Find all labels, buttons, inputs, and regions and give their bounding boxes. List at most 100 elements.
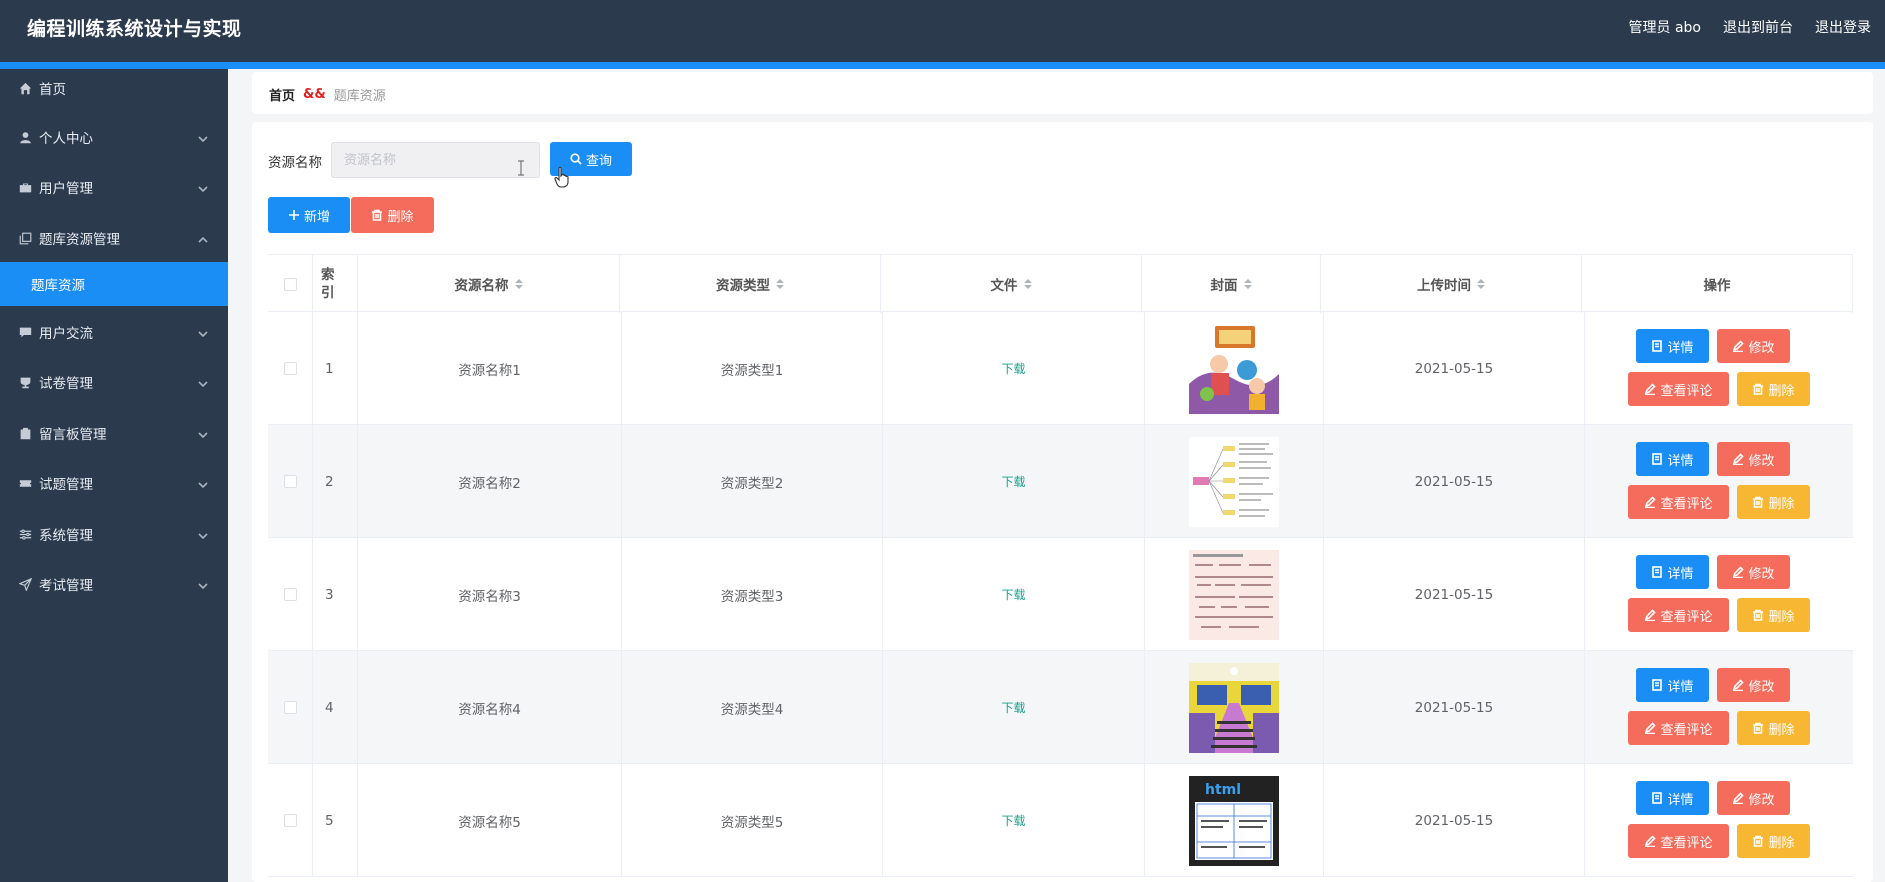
pencil-icon <box>1733 792 1745 804</box>
download-link[interactable]: 下载 <box>1001 360 1025 377</box>
row-cover-cell <box>1145 651 1324 764</box>
pencil-icon <box>1733 453 1745 465</box>
download-link[interactable]: 下载 <box>1001 699 1025 716</box>
row-delete-button[interactable]: 删除 <box>1737 598 1810 632</box>
row-upload-time: 2021-05-15 <box>1324 651 1585 764</box>
view-comments-button-label: 查看评论 <box>1660 496 1713 512</box>
view-comments-button[interactable]: 查看评论 <box>1628 372 1729 406</box>
trash-icon <box>372 209 383 221</box>
search-icon <box>570 153 582 165</box>
pencil-icon <box>1733 566 1745 578</box>
plus-icon <box>288 210 299 220</box>
admin-user-label[interactable]: 管理员 abo <box>1629 17 1701 37</box>
sidebar-item-exams[interactable]: 考试管理 <box>0 564 228 604</box>
row-delete-button[interactable]: 删除 <box>1737 372 1810 406</box>
row-checkbox[interactable] <box>283 588 297 601</box>
sidebar-subitem-question-resources[interactable]: 题库资源 <box>0 262 228 306</box>
detail-button[interactable]: 详情 <box>1636 329 1709 363</box>
sidebar-item-system[interactable]: 系统管理 <box>0 514 228 554</box>
view-comments-button[interactable]: 查看评论 <box>1628 598 1729 632</box>
logout-link[interactable]: 退出登录 <box>1815 17 1871 37</box>
edit-button-label: 修改 <box>1748 679 1775 695</box>
view-comments-button[interactable]: 查看评论 <box>1628 711 1729 745</box>
search-input[interactable] <box>331 142 540 178</box>
breadcrumb-home[interactable]: 首页 <box>269 85 295 104</box>
download-link[interactable]: 下载 <box>1001 812 1025 829</box>
sidebar-item-question-bank[interactable]: 题库资源管理 <box>0 218 228 258</box>
column-header-name[interactable]: 资源名称 <box>358 255 620 313</box>
row-actions: 详情 修改 查看评论 删除 <box>1585 764 1853 877</box>
select-all-cell <box>268 255 313 313</box>
sidebar-item-label: 首页 <box>39 82 66 98</box>
row-delete-button[interactable]: 删除 <box>1737 711 1810 745</box>
detail-button[interactable]: 详情 <box>1636 781 1709 815</box>
edit-button[interactable]: 修改 <box>1717 668 1790 702</box>
column-header-type[interactable]: 资源类型 <box>620 255 881 313</box>
row-checkbox[interactable] <box>283 475 297 488</box>
sidebar-item-exam-papers[interactable]: 试卷管理 <box>0 362 228 402</box>
column-header-cover[interactable]: 封面 <box>1142 255 1321 313</box>
table-row: 2 资源名称2 资源类型2 下载 2021-05-15 详情 修改 查看评论 删… <box>268 425 1853 538</box>
detail-button[interactable]: 详情 <box>1636 668 1709 702</box>
row-delete-button-label: 删除 <box>1768 722 1795 738</box>
table-row: 5 资源名称5 资源类型5 下载 html 2021-05-15 详情 修改 查… <box>268 764 1853 877</box>
view-comments-button[interactable]: 查看评论 <box>1628 824 1729 858</box>
add-button[interactable]: 新增 <box>268 197 350 233</box>
breadcrumb-separator-icon: && <box>303 87 326 102</box>
row-actions: 详情 修改 查看评论 删除 <box>1585 425 1853 538</box>
sidebar-item-user-exchange[interactable]: 用户交流 <box>0 312 228 352</box>
detail-button-label: 详情 <box>1667 340 1694 356</box>
select-all-checkbox[interactable] <box>283 277 297 291</box>
column-header-index-label: 索引 <box>321 267 335 301</box>
column-header-file[interactable]: 文件 <box>881 255 1142 313</box>
batch-delete-button[interactable]: 删除 <box>351 197 434 233</box>
detail-button-label: 详情 <box>1667 792 1694 808</box>
detail-button[interactable]: 详情 <box>1636 555 1709 589</box>
mindmap-image <box>1189 436 1279 527</box>
chevron-down-icon <box>198 579 208 590</box>
row-upload-time: 2021-05-15 <box>1324 764 1585 877</box>
edit-button[interactable]: 修改 <box>1717 781 1790 815</box>
classroom-photo-image <box>1189 662 1279 753</box>
download-link[interactable]: 下载 <box>1001 586 1025 603</box>
row-file-cell: 下载 <box>883 312 1145 425</box>
sort-icon[interactable] <box>1023 279 1032 289</box>
sidebar-item-users[interactable]: 用户管理 <box>0 167 228 207</box>
sidebar-item-questions[interactable]: 试题管理 <box>0 463 228 503</box>
view-comments-button-label: 查看评论 <box>1660 835 1713 851</box>
sort-icon[interactable] <box>1243 279 1252 289</box>
table-row: 4 资源名称4 资源类型4 下载 2021-05-15 详情 修改 查看评论 删… <box>268 651 1853 764</box>
edit-button[interactable]: 修改 <box>1717 442 1790 476</box>
column-header-name-label: 资源名称 <box>454 278 509 294</box>
text-cursor-icon <box>518 160 524 176</box>
chevron-down-icon <box>198 478 208 489</box>
detail-button[interactable]: 详情 <box>1636 442 1709 476</box>
sidebar-item-label: 考试管理 <box>39 578 93 594</box>
chevron-down-icon <box>198 182 208 193</box>
cartoon-kids-image <box>1189 323 1279 414</box>
download-link[interactable]: 下载 <box>1001 473 1025 490</box>
detail-button-label: 详情 <box>1667 566 1694 582</box>
briefcase-icon <box>18 180 32 194</box>
notes-sheet-image <box>1189 549 1279 640</box>
view-comments-button[interactable]: 查看评论 <box>1628 485 1729 519</box>
edit-button[interactable]: 修改 <box>1717 329 1790 363</box>
row-index: 4 <box>313 651 358 764</box>
row-delete-button[interactable]: 删除 <box>1737 824 1810 858</box>
sidebar-item-home[interactable]: 首页 <box>0 69 228 107</box>
exit-to-front-link[interactable]: 退出到前台 <box>1723 17 1793 37</box>
edit-button[interactable]: 修改 <box>1717 555 1790 589</box>
sort-icon[interactable] <box>514 279 523 289</box>
row-checkbox[interactable] <box>283 362 297 375</box>
row-checkbox[interactable] <box>283 701 297 714</box>
sort-icon[interactable] <box>776 279 784 289</box>
column-header-upload-time[interactable]: 上传时间 <box>1321 255 1582 313</box>
row-delete-button[interactable]: 删除 <box>1737 485 1810 519</box>
sidebar-item-message-board[interactable]: 留言板管理 <box>0 413 228 453</box>
sort-icon[interactable] <box>1477 279 1485 289</box>
sidebar-item-label: 个人中心 <box>39 131 93 147</box>
row-checkbox[interactable] <box>283 814 297 827</box>
sidebar-item-profile[interactable]: 个人中心 <box>0 117 228 157</box>
row-upload-time: 2021-05-15 <box>1324 312 1585 425</box>
row-select-cell <box>268 312 313 425</box>
